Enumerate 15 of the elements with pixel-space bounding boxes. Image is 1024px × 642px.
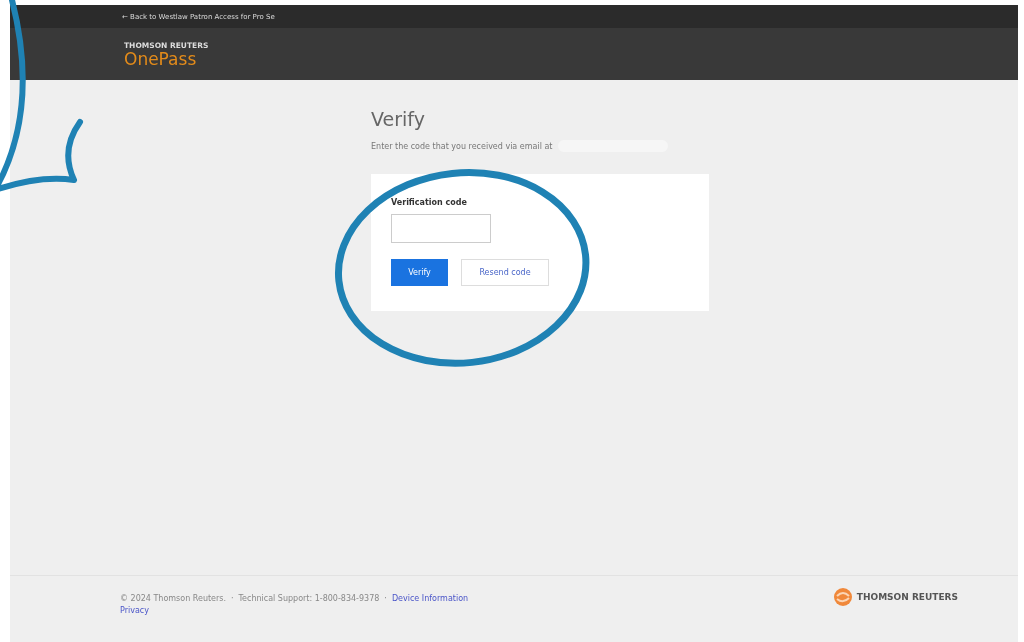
support-text: Technical Support: 1-800-834-9378	[238, 594, 380, 603]
code-input-field[interactable]	[391, 214, 491, 243]
device-information-link[interactable]: Device Information	[391, 594, 469, 603]
verify-button[interactable]: Verify	[391, 259, 448, 286]
resend-code-button[interactable]: Resend code	[461, 259, 549, 286]
copyright-text: © 2024 Thomson Reuters.	[120, 594, 226, 603]
product-logo[interactable]: OnePass	[124, 49, 209, 68]
page-title: Verify	[371, 108, 426, 130]
logo-icon	[832, 587, 853, 607]
separator-dot: ·	[384, 594, 387, 603]
privacy-link[interactable]: Privacy	[120, 606, 149, 615]
field-label: Verification code	[391, 198, 467, 207]
company-logo-text: THOMSON REUTERS	[856, 592, 958, 602]
separator-dot: ·	[231, 594, 234, 603]
instruction-text: Enter the code that you received via email at	[371, 141, 553, 151]
